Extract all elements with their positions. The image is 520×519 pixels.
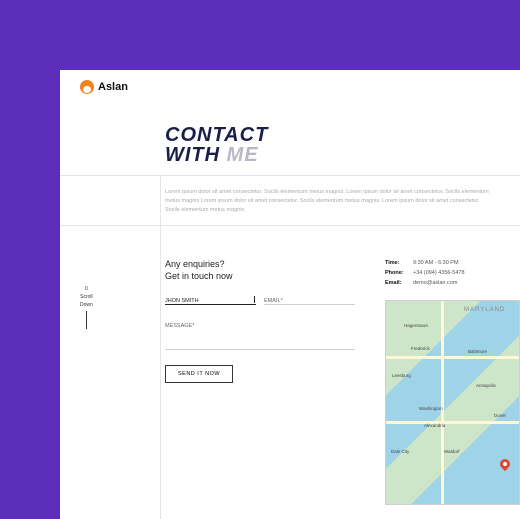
info-phone-label: Phone: <box>385 268 413 278</box>
divider <box>60 175 520 176</box>
title-line-1: CONTACT <box>165 125 268 145</box>
map-pin-icon <box>498 457 512 471</box>
divider <box>160 175 161 519</box>
map-city: Leesburg <box>392 373 411 378</box>
info-time-label: Time: <box>385 258 413 268</box>
page-title: CONTACT WITH ME <box>165 125 268 165</box>
brand-logo[interactable]: Aslan <box>80 80 128 94</box>
map-city: Washington <box>419 406 443 411</box>
logo-icon <box>80 80 94 94</box>
enquiry-heading: Any enquiries? Get in touch now <box>165 258 233 282</box>
contact-info: Time:9:30 AM - 6:30 PM Phone:+34 (094) 4… <box>385 258 465 288</box>
map-city: Hagerstown <box>404 323 428 328</box>
info-email-label: Email: <box>385 278 413 288</box>
map-city: Frederick <box>411 346 430 351</box>
road-icon <box>386 356 520 359</box>
brand-name: Aslan <box>98 81 128 93</box>
scroll-indicator[interactable]: 0 Scroll Down <box>80 285 93 329</box>
name-input[interactable]: JHON SMITH <box>165 295 256 305</box>
map-city: Annapolis <box>476 383 496 388</box>
divider <box>60 225 520 226</box>
map-city: Baltimore <box>468 349 487 354</box>
info-phone-value: +34 (094) 4356-5478 <box>413 268 465 278</box>
map-city: Dale City <box>391 449 409 454</box>
map-city: Dover <box>494 413 506 418</box>
message-input[interactable]: MESSAGE* <box>165 320 355 350</box>
road-icon <box>386 421 520 424</box>
info-email-value: demo@aslan.com <box>413 278 457 288</box>
page: Aslan CONTACT WITH ME Lorem ipsum dolor … <box>60 70 520 519</box>
map-city: Alexandria <box>424 423 445 428</box>
arrow-down-icon <box>86 311 87 329</box>
send-button[interactable]: SEND IT NOW <box>165 365 233 383</box>
contact-form: JHON SMITH EMAIL* MESSAGE* SEND IT NOW <box>165 295 355 383</box>
info-time-value: 9:30 AM - 6:30 PM <box>413 258 459 268</box>
intro-text: Lorem ipsum dolor sit amet consectetur. … <box>165 188 490 215</box>
email-input[interactable]: EMAIL* <box>264 295 355 305</box>
title-line-2: WITH ME <box>165 145 268 165</box>
road-icon <box>441 301 444 505</box>
location-map[interactable]: MARYLAND Hagerstown Frederick Baltimore … <box>385 300 520 505</box>
map-region: MARYLAND <box>464 307 505 313</box>
map-city: Waldorf <box>444 449 459 454</box>
